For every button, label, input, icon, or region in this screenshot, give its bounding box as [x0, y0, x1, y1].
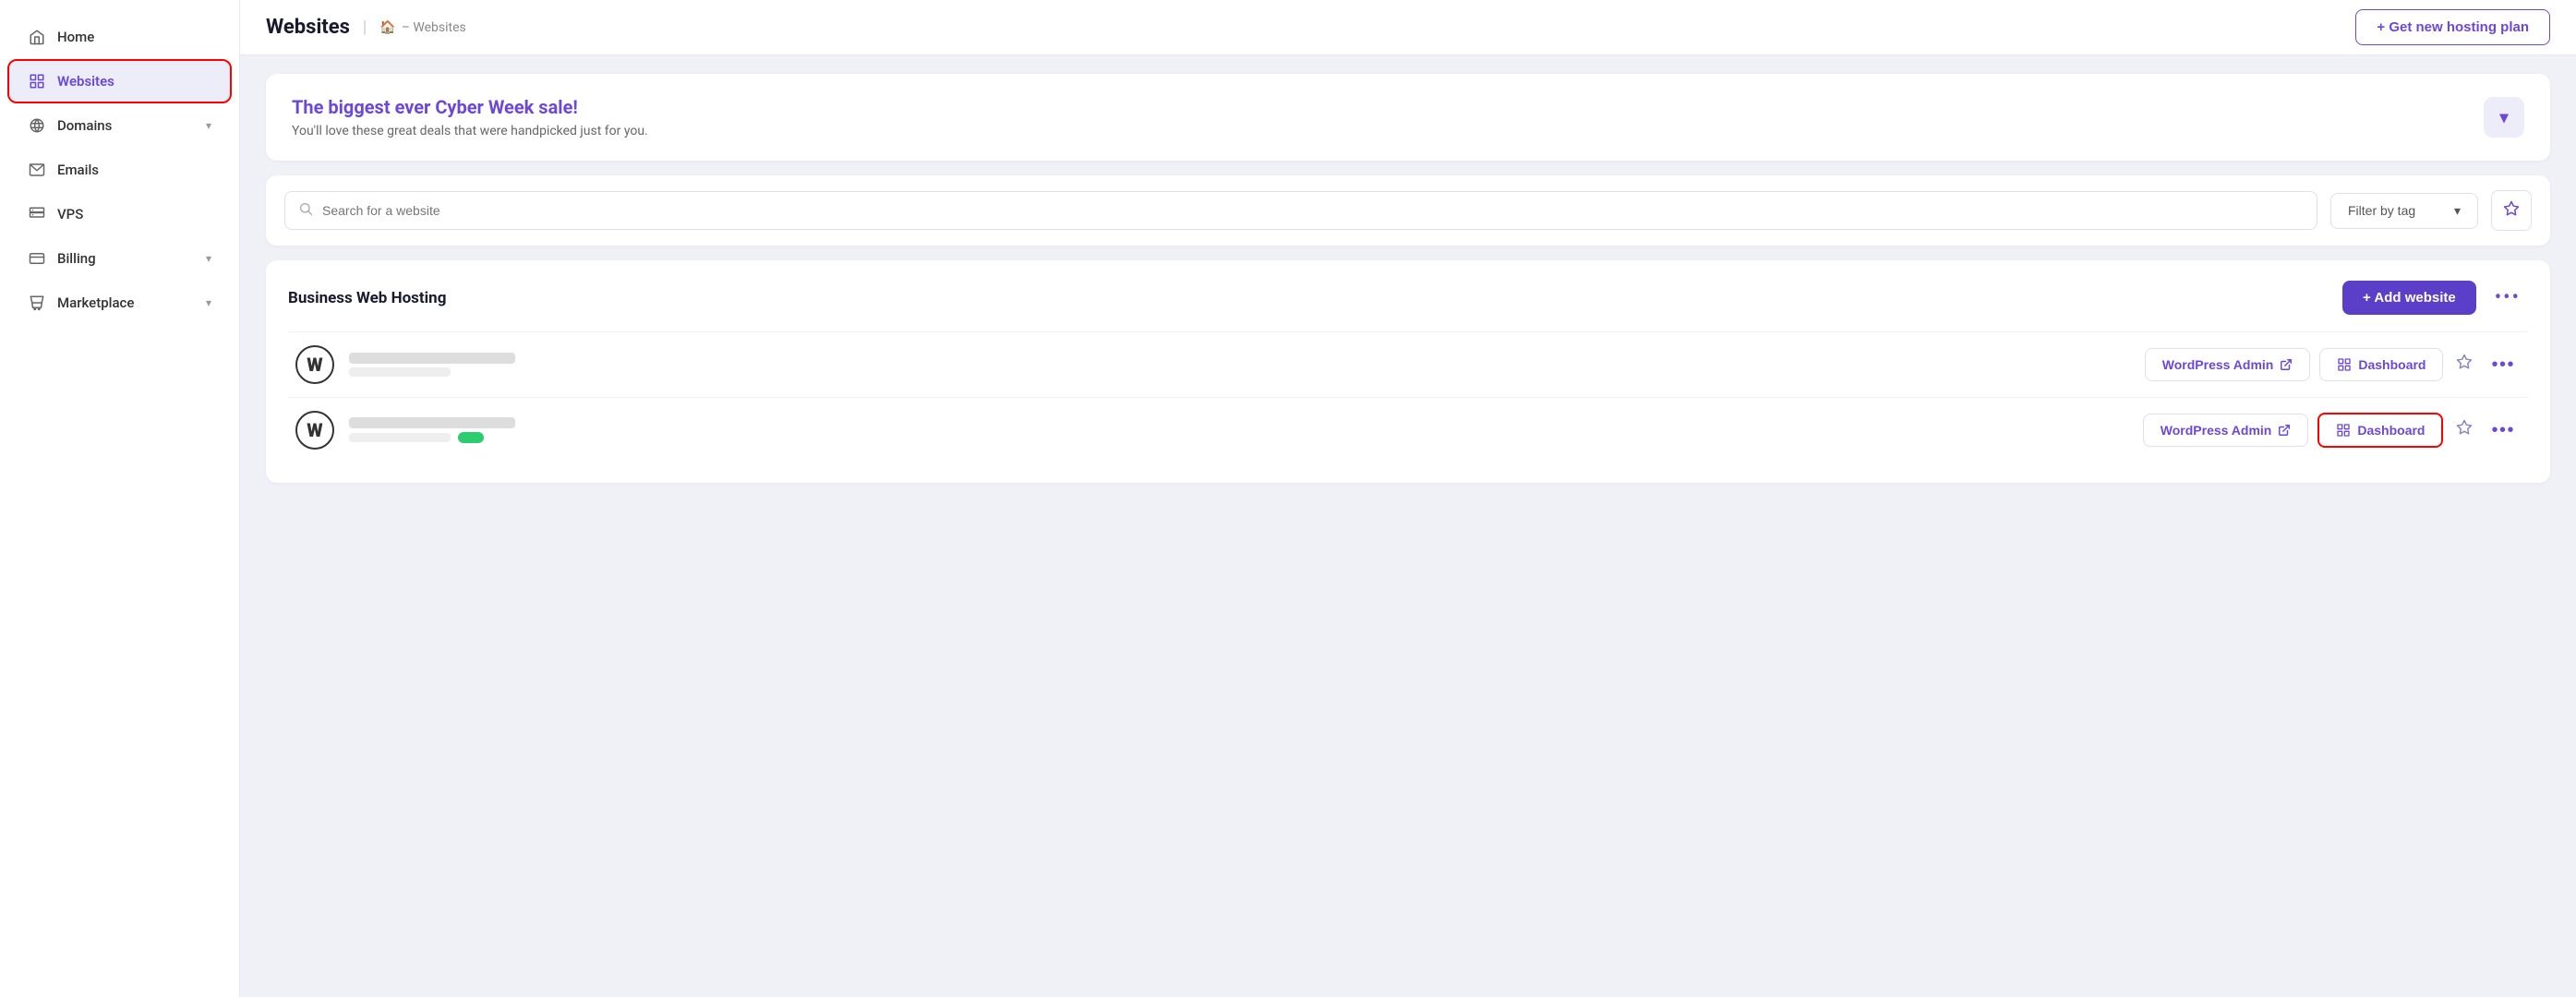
filter-chevron-icon: ▾	[2454, 203, 2461, 219]
table-row: W WordPress Admin Dashboard	[288, 331, 2528, 397]
search-input[interactable]	[322, 203, 2304, 218]
favorites-filter-button[interactable]	[2491, 190, 2532, 231]
external-link-icon	[2278, 424, 2291, 437]
dashboard-label: Dashboard	[2357, 423, 2425, 438]
dashboard-button[interactable]: Dashboard	[2319, 348, 2443, 381]
dashboard-icon	[2336, 423, 2351, 438]
site-info	[349, 417, 2128, 443]
wordpress-logo: W	[295, 411, 334, 450]
row-more-button[interactable]: •••	[2486, 351, 2521, 379]
get-new-hosting-plan-button[interactable]: + Get new hosting plan	[2355, 9, 2550, 45]
wordpress-admin-button[interactable]: WordPress Admin	[2143, 414, 2309, 447]
wordpress-admin-label: WordPress Admin	[2161, 423, 2272, 438]
hosting-section-title: Business Web Hosting	[288, 289, 446, 307]
site-name-blurred	[349, 417, 515, 428]
search-row: Filter by tag ▾	[266, 175, 2550, 246]
banner-subtext: You'll love these great deals that were …	[292, 124, 648, 138]
page-content: The biggest ever Cyber Week sale! You'll…	[240, 55, 2576, 501]
sidebar-item-emails[interactable]: Emails	[9, 150, 230, 190]
store-icon	[28, 294, 46, 312]
site-url-row	[349, 432, 2128, 443]
sidebar-item-label: Marketplace	[57, 294, 134, 311]
hosting-card: Business Web Hosting + Add website ••• W	[266, 260, 2550, 483]
page-header: Websites | 🏠 – Websites + Get new hostin…	[240, 0, 2576, 55]
site-name-blurred	[349, 353, 515, 364]
banner-heading: The biggest ever Cyber Week sale!	[292, 96, 648, 118]
sidebar-item-websites[interactable]: Websites	[9, 61, 230, 102]
banner-collapse-button[interactable]: ▾	[2484, 97, 2524, 138]
sidebar-item-vps[interactable]: VPS	[9, 194, 230, 234]
sidebar: Home Websites Domains ▾ Emails VPS Billi…	[0, 0, 240, 997]
chevron-down-icon: ▾	[206, 296, 211, 309]
globe-icon	[28, 116, 46, 135]
promo-banner: The biggest ever Cyber Week sale! You'll…	[266, 74, 2550, 161]
sidebar-item-label: Home	[57, 29, 94, 45]
add-website-button[interactable]: + Add website	[2342, 281, 2476, 315]
breadcrumb-text: – Websites	[402, 20, 466, 35]
hosting-more-button[interactable]: •••	[2487, 282, 2528, 313]
filter-tag-label: Filter by tag	[2348, 203, 2415, 218]
star-icon	[2503, 200, 2520, 222]
dashboard-button-highlighted[interactable]: Dashboard	[2317, 413, 2443, 448]
wordpress-logo: W	[295, 345, 334, 384]
page-title: Websites	[266, 16, 350, 39]
site-info	[349, 353, 2130, 377]
sidebar-item-domains[interactable]: Domains ▾	[9, 105, 230, 146]
breadcrumb: 🏠 – Websites	[379, 20, 465, 35]
status-indicator	[458, 432, 484, 443]
banner-heading-suffix: sale!	[534, 96, 577, 118]
hosting-card-header: Business Web Hosting + Add website •••	[288, 281, 2528, 315]
row-actions: WordPress Admin Dashboard •••	[2145, 348, 2521, 381]
external-link-icon	[2280, 358, 2293, 371]
wordpress-admin-button[interactable]: WordPress Admin	[2145, 348, 2311, 381]
grid-icon	[28, 72, 46, 90]
hosting-header-actions: + Add website •••	[2342, 281, 2528, 315]
site-url-blurred	[349, 433, 451, 442]
site-url-row	[349, 367, 2130, 377]
dashboard-icon	[2337, 357, 2352, 372]
mail-icon	[28, 161, 46, 179]
sidebar-item-label: Websites	[57, 73, 114, 90]
sidebar-item-label: Domains	[57, 117, 112, 134]
sidebar-item-label: Billing	[57, 250, 96, 267]
search-icon	[298, 201, 313, 220]
banner-heading-highlight: Cyber Week	[435, 96, 534, 118]
sidebar-item-billing[interactable]: Billing ▾	[9, 238, 230, 279]
site-favorite-button[interactable]	[2452, 350, 2476, 379]
card-icon	[28, 249, 46, 268]
home-icon	[28, 28, 46, 46]
row-actions: WordPress Admin Dashboard •••	[2143, 413, 2521, 448]
header-left: Websites | 🏠 – Websites	[266, 16, 466, 39]
dashboard-label: Dashboard	[2358, 357, 2426, 372]
main-content: Websites | 🏠 – Websites + Get new hostin…	[240, 0, 2576, 997]
sidebar-item-label: VPS	[57, 206, 83, 222]
chevron-down-icon: ▾	[2499, 108, 2508, 127]
chevron-down-icon: ▾	[206, 252, 211, 265]
star-outline-icon	[2456, 354, 2473, 370]
site-url-blurred	[349, 367, 451, 377]
banner-heading-prefix: The biggest ever	[292, 96, 435, 118]
search-input-container	[284, 191, 2317, 230]
sidebar-item-label: Emails	[57, 162, 99, 178]
wordpress-admin-label: WordPress Admin	[2162, 357, 2274, 372]
site-favorite-button[interactable]	[2452, 415, 2476, 445]
banner-text: The biggest ever Cyber Week sale! You'll…	[292, 96, 648, 138]
server-icon	[28, 205, 46, 223]
star-outline-icon	[2456, 419, 2473, 436]
sidebar-item-home[interactable]: Home	[9, 17, 230, 57]
row-more-button[interactable]: •••	[2486, 416, 2521, 445]
header-divider: |	[363, 18, 367, 37]
filter-by-tag-button[interactable]: Filter by tag ▾	[2330, 193, 2478, 229]
home-breadcrumb-icon: 🏠	[379, 20, 395, 35]
chevron-down-icon: ▾	[206, 119, 211, 132]
table-row: W WordPress Admin Dashboard	[288, 397, 2528, 462]
sidebar-item-marketplace[interactable]: Marketplace ▾	[9, 282, 230, 323]
